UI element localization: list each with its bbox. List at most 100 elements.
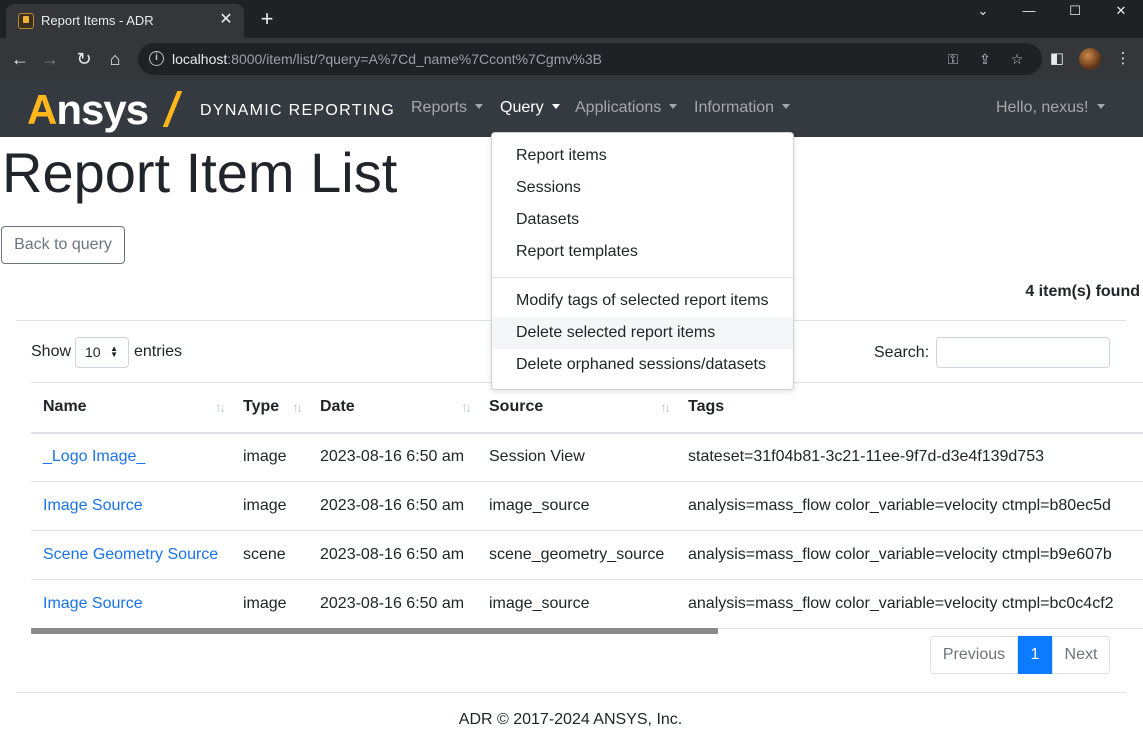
nav-menu-reports[interactable]: Reports: [411, 99, 484, 117]
window-restore-icon[interactable]: ☐: [1052, 0, 1098, 22]
menu-item-sessions[interactable]: Sessions: [492, 172, 793, 204]
home-icon[interactable]: ⌂: [103, 47, 127, 71]
page-title: Report Item List: [2, 141, 398, 204]
cell-name: Image Source: [31, 579, 231, 629]
url-host: localhost: [172, 51, 228, 67]
tab-title: Report Items - ADR: [41, 13, 154, 28]
entries-value: 10: [85, 344, 101, 360]
cell-source: scene_geometry_source: [477, 530, 676, 580]
cell-name: Scene Geometry Source: [31, 530, 231, 580]
search-input[interactable]: [936, 337, 1110, 368]
caret-down-icon: [1096, 104, 1105, 109]
cell-name: Image Source: [31, 481, 231, 531]
report-items-table: Name ↑↓ Type ↑↓ Date ↑↓ Source ↑↓ Tags _Logo…: [31, 382, 1143, 630]
column-header-type[interactable]: Type ↑↓: [231, 382, 308, 434]
page-1-button[interactable]: 1: [1018, 636, 1052, 674]
table-row: Image Source image 2023-08-16 6:50 am im…: [31, 481, 1143, 531]
nav-menu-query[interactable]: Query: [500, 99, 560, 117]
menu-item-modify-tags[interactable]: Modify tags of selected report items: [492, 285, 793, 317]
next-page-button[interactable]: Next: [1052, 636, 1110, 674]
forward-icon[interactable]: →: [38, 47, 62, 71]
address-bar[interactable]: i localhost:8000/item/list/?query=A%7Cd_…: [138, 43, 1042, 75]
url-text[interactable]: localhost:8000/item/list/?query=A%7Cd_na…: [172, 51, 602, 67]
cell-tags: stateset=31f04b81-3c21-11ee-9f7d-d3e4f13…: [676, 432, 1143, 482]
nav-menu-applications[interactable]: Applications: [575, 99, 678, 117]
nav-menu-information[interactable]: Information: [694, 99, 791, 117]
items-found-count: 4 item(s) found: [1025, 283, 1140, 300]
cell-date: 2023-08-16 6:50 am: [308, 530, 477, 580]
browser-tab[interactable]: Report Items - ADR ✕: [6, 4, 244, 38]
item-name-link[interactable]: Image Source: [43, 497, 143, 514]
key-icon[interactable]: ⚿: [944, 50, 962, 68]
item-name-link[interactable]: Image Source: [43, 595, 143, 612]
cell-type: image: [231, 432, 308, 482]
menu-item-delete-selected[interactable]: Delete selected report items: [492, 317, 793, 349]
updown-icon: ▲ ▼: [110, 344, 118, 359]
adr-favicon-icon: [18, 13, 34, 29]
sort-icon: ↑↓: [660, 399, 671, 415]
previous-page-button[interactable]: Previous: [930, 636, 1018, 674]
menu-item-datasets[interactable]: Datasets: [492, 204, 793, 236]
query-dropdown-menu: Report items Sessions Datasets Report te…: [491, 132, 794, 390]
caret-down-icon: [475, 104, 484, 109]
share-icon[interactable]: ⇪: [976, 50, 994, 68]
entries-select[interactable]: 10 ▲ ▼: [75, 337, 129, 368]
cell-date: 2023-08-16 6:50 am: [308, 579, 477, 629]
table-row: Image Source image 2023-08-16 6:50 am im…: [31, 579, 1143, 629]
info-icon[interactable]: i: [149, 51, 164, 66]
back-icon[interactable]: ←: [8, 47, 32, 71]
menu-icon[interactable]: ⋮: [1112, 48, 1134, 70]
column-header-name[interactable]: Name ↑↓: [31, 382, 231, 434]
caret-down-icon: [669, 104, 678, 109]
cell-date: 2023-08-16 6:50 am: [308, 481, 477, 531]
cell-source: image_source: [477, 579, 676, 629]
item-name-link[interactable]: _Logo Image_: [43, 448, 145, 465]
entries-label: entries: [134, 343, 183, 360]
search-label: Search:: [874, 344, 930, 361]
cell-name: _Logo Image_: [31, 432, 231, 482]
product-name[interactable]: DYNAMIC REPORTING: [200, 102, 395, 120]
footer-copyright: ADR © 2017-2024 ANSYS, Inc.: [458, 711, 683, 728]
url-path: :8000/item/list/?query=A%7Cd_name%7Ccont…: [227, 51, 602, 67]
browser-tabstrip: Report Items - ADR ✕ + ⌄ — ☐ ✕: [0, 0, 1143, 38]
item-name-link[interactable]: Scene Geometry Source: [43, 546, 218, 563]
table-row: _Logo Image_ image 2023-08-16 6:50 am Se…: [31, 432, 1143, 482]
tab-search-icon[interactable]: ⌄: [960, 0, 1006, 22]
user-greeting: Hello, nexus!: [996, 99, 1089, 116]
column-header-label: Tags: [688, 398, 725, 416]
column-header-label: Type: [243, 398, 280, 416]
new-tab-icon[interactable]: +: [256, 8, 278, 30]
menu-item-delete-orphaned[interactable]: Delete orphaned sessions/datasets: [492, 349, 793, 381]
column-header-label: Date: [320, 398, 355, 416]
column-header-date[interactable]: Date ↑↓: [308, 382, 477, 434]
window-minimize-icon[interactable]: —: [1006, 0, 1052, 22]
caret-down-icon: [782, 104, 791, 109]
cell-tags: analysis=mass_flow color_variable=veloci…: [676, 481, 1143, 531]
sidepanel-icon[interactable]: ◧: [1046, 48, 1068, 70]
menu-item-report-items[interactable]: Report items: [492, 140, 793, 172]
menu-item-report-templates[interactable]: Report templates: [492, 236, 793, 268]
tab-close-icon[interactable]: ✕: [216, 10, 236, 30]
divider: [16, 692, 1126, 693]
window-close-icon[interactable]: ✕: [1098, 0, 1143, 22]
brand-slash-icon: [162, 91, 183, 127]
column-header-tags[interactable]: Tags: [676, 382, 1143, 434]
sort-icon: ↑↓: [461, 399, 472, 415]
nav-menu-label: Information: [694, 99, 775, 116]
star-icon[interactable]: ☆: [1008, 50, 1026, 68]
table-row: Scene Geometry Source scene 2023-08-16 6…: [31, 530, 1143, 580]
app-navbar: Ansys DYNAMIC REPORTING Reports Query Ap…: [0, 80, 1143, 137]
cell-type: image: [231, 481, 308, 531]
back-to-query-button[interactable]: Back to query: [1, 226, 125, 264]
column-header-source[interactable]: Source ↑↓: [477, 382, 676, 434]
cell-source: Session View: [477, 432, 676, 482]
horizontal-scrollbar[interactable]: [31, 628, 718, 634]
profile-avatar[interactable]: [1079, 48, 1101, 70]
sort-icon: ↑↓: [215, 399, 226, 415]
table-header-row: Name ↑↓ Type ↑↓ Date ↑↓ Source ↑↓ Tags: [31, 382, 1143, 434]
sort-icon: ↑↓: [292, 399, 303, 415]
user-menu[interactable]: Hello, nexus!: [996, 99, 1105, 117]
reload-icon[interactable]: ↻: [72, 47, 96, 71]
column-header-label: Name: [43, 398, 87, 416]
ansys-logo[interactable]: Ansys: [27, 86, 149, 134]
